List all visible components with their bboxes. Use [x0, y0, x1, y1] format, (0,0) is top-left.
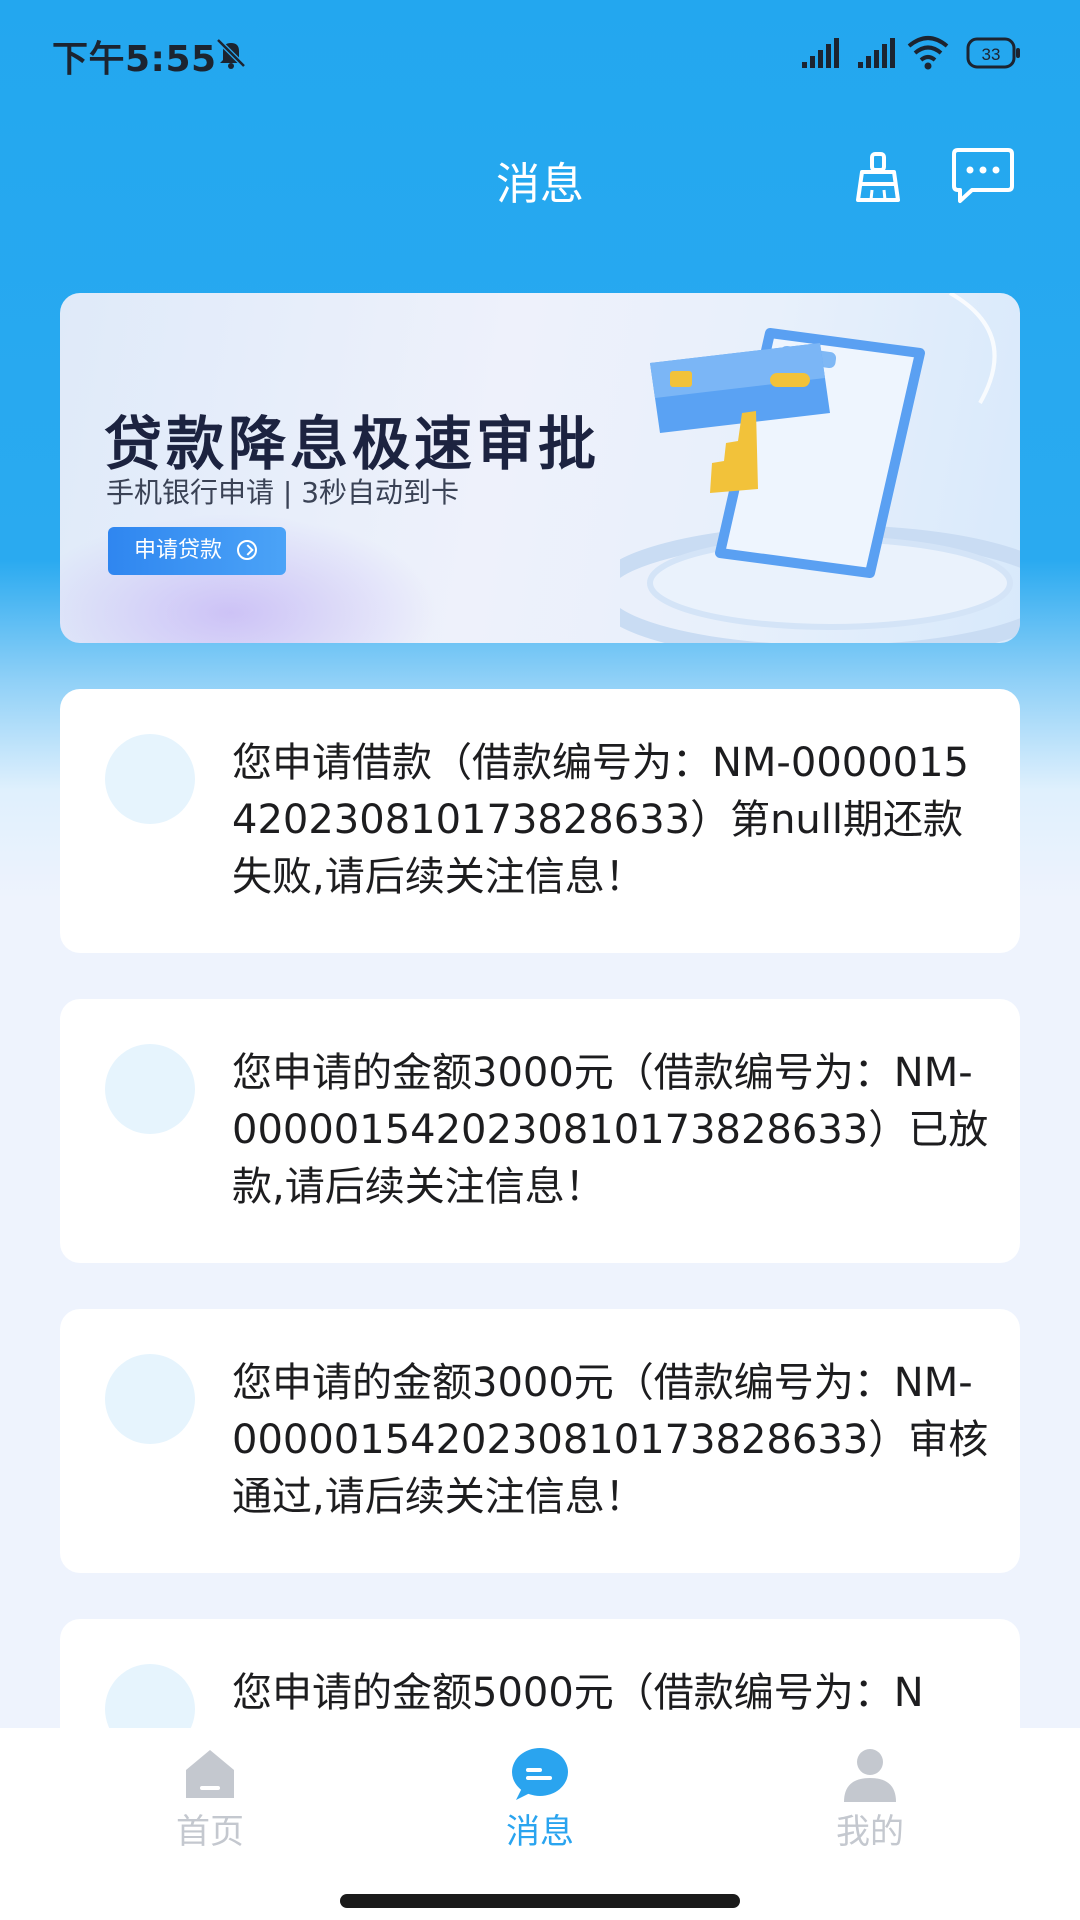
battery-icon: 33 — [966, 37, 1020, 69]
message-card[interactable]: 您申请借款（借款编号为：NM-0000015420230810173828633… — [60, 689, 1020, 953]
battery-level: 33 — [982, 45, 1001, 64]
banner-subtitle: 手机银行申请 | 3秒自动到卡 — [106, 476, 460, 509]
wifi-icon — [907, 36, 949, 70]
page-title: 消息 — [496, 159, 584, 210]
mute-bell-icon — [216, 38, 246, 69]
message-card[interactable]: 您申请的金额3000元（借款编号为：NM-0000015420230810173… — [60, 1309, 1020, 1573]
clear-broom-icon[interactable] — [850, 150, 906, 206]
message-text: 您申请的金额3000元（借款编号为：NM-0000015420230810173… — [232, 1360, 989, 1520]
message-text: 您申请借款（借款编号为：NM-0000015420230810173828633… — [232, 740, 970, 900]
cellular-signal-icon — [858, 38, 895, 68]
message-card[interactable]: 您申请的金额3000元（借款编号为：NM-0000015420230810173… — [60, 999, 1020, 1263]
message-avatar — [105, 1044, 195, 1134]
tab-profile[interactable]: 我的 — [770, 1728, 970, 1852]
cellular-signal-icon — [802, 38, 839, 68]
profile-icon — [844, 1749, 896, 1802]
promo-banner[interactable]: 贷款降息极速审批 手机银行申请 | 3秒自动到卡 申请贷款 — [60, 293, 1020, 643]
message-text: 您申请的金额5000元（借款编号为：N — [232, 1670, 924, 1716]
home-indicator[interactable] — [340, 1894, 740, 1908]
chat-bubble-icon[interactable] — [950, 148, 1016, 204]
tab-home-label: 首页 — [176, 1812, 244, 1852]
message-avatar — [105, 734, 195, 824]
banner-phone-card-illustration — [620, 293, 1020, 643]
bottom-tab-bar: 首页 消息 我的 — [0, 1728, 1080, 1920]
status-time: 下午5:55 — [52, 39, 217, 80]
status-bar: 下午5:55 33 — [0, 0, 1080, 105]
message-icon — [512, 1748, 568, 1800]
tab-profile-label: 我的 — [836, 1812, 904, 1852]
message-text: 您申请的金额3000元（借款编号为：NM-0000015420230810173… — [232, 1050, 989, 1210]
home-icon — [186, 1750, 234, 1798]
banner-title: 贷款降息极速审批 — [104, 410, 601, 478]
tab-home[interactable]: 首页 — [110, 1728, 310, 1852]
tab-messages-label: 消息 — [506, 1812, 574, 1852]
tab-messages[interactable]: 消息 — [440, 1728, 640, 1852]
apply-loan-button[interactable]: 申请贷款 — [108, 527, 286, 575]
arrow-right-circle-icon — [237, 539, 258, 560]
apply-loan-label: 申请贷款 — [134, 538, 223, 563]
message-avatar — [105, 1354, 195, 1444]
